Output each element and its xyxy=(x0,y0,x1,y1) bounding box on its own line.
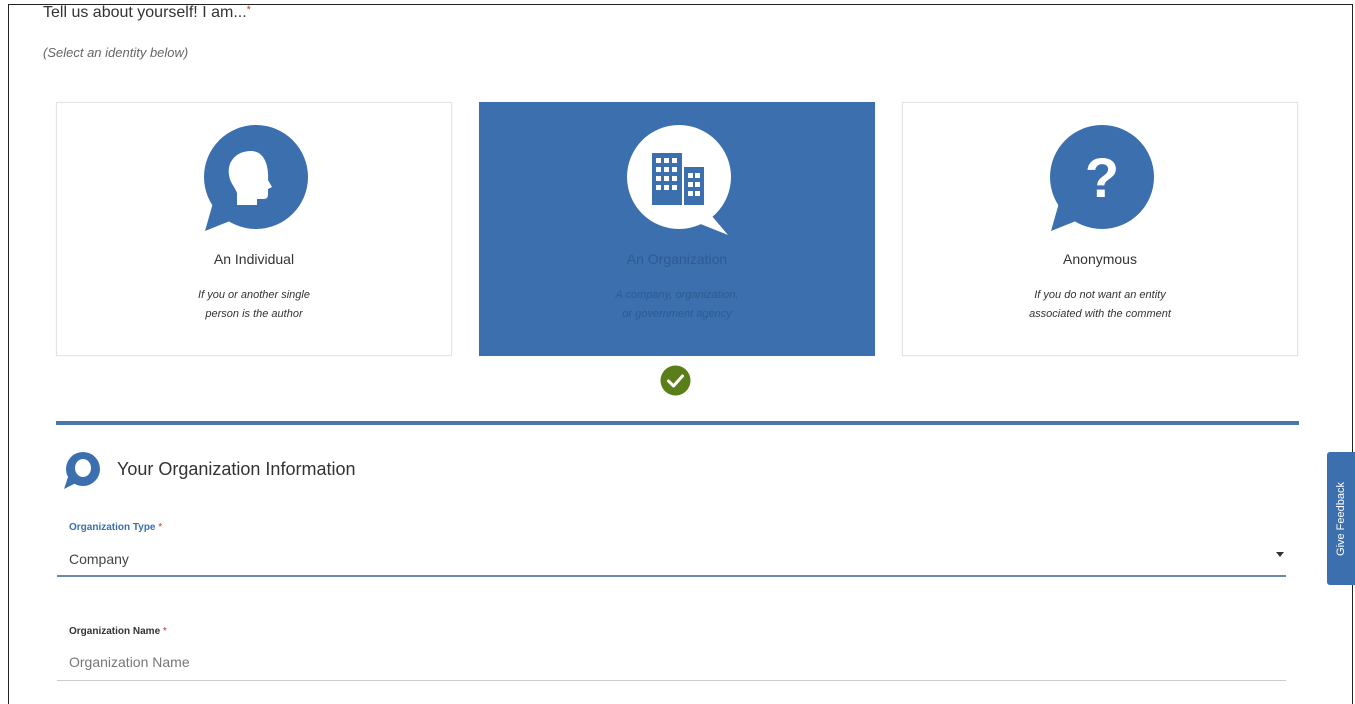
section-title: Your Organization Information xyxy=(117,459,356,479)
description-line: A company, organization, xyxy=(615,289,739,301)
give-feedback-label: Give Feedback xyxy=(1335,481,1347,556)
identity-card-anonymous[interactable]: ? Anonymous If you do not want an entity… xyxy=(902,102,1298,356)
selected-check-icon xyxy=(660,365,691,396)
description-line: associated with the comment xyxy=(1029,308,1171,320)
identity-card-description: If you do not want an entity associated … xyxy=(983,286,1217,324)
identity-card-label: An Individual xyxy=(213,251,295,267)
organization-name-input[interactable] xyxy=(57,643,1286,681)
svg-text:?: ? xyxy=(1085,146,1119,209)
identity-card-label: Anonymous xyxy=(1063,251,1137,267)
description-line: person is the author xyxy=(205,308,303,320)
label-text: Organization Name xyxy=(69,626,161,637)
identity-card-description: If you or another single person is the a… xyxy=(137,286,371,324)
required-mark: * xyxy=(158,522,163,533)
identity-card-individual[interactable]: An Individual If you or another single p… xyxy=(56,102,452,356)
required-mark: * xyxy=(246,4,251,16)
identity-card-label: An Organization xyxy=(626,251,728,267)
speech-bubble-icon xyxy=(64,452,100,489)
person-head-icon xyxy=(204,125,308,231)
required-mark: * xyxy=(162,626,167,637)
section-divider xyxy=(56,421,1299,425)
question-mark-icon: ? xyxy=(1050,125,1154,231)
description-line: If you or another single xyxy=(198,289,310,301)
identity-cards: An Individual If you or another single p… xyxy=(56,102,1300,356)
caret-down-icon xyxy=(1276,552,1284,557)
organization-type-value: Company xyxy=(69,551,129,567)
organization-type-select[interactable]: Company xyxy=(57,540,1286,577)
prompt-title-text: Tell us about yourself! I am... xyxy=(43,4,247,21)
prompt-hint: (Select an identity below) xyxy=(43,45,189,60)
identity-card-organization[interactable]: An Organization A company, organization,… xyxy=(479,102,875,356)
identity-card-description: A company, organization, or government a… xyxy=(560,286,794,324)
label-text: Organization Type xyxy=(69,522,156,533)
building-icon xyxy=(627,125,731,235)
prompt-title: Tell us about yourself! I am...* xyxy=(43,4,251,22)
description-line: If you do not want an entity xyxy=(1034,289,1166,301)
organization-type-label: Organization Type * xyxy=(69,522,162,533)
description-line: or government agency xyxy=(622,308,732,320)
organization-name-label: Organization Name * xyxy=(69,626,167,637)
give-feedback-tab[interactable]: Give Feedback xyxy=(1327,452,1355,585)
